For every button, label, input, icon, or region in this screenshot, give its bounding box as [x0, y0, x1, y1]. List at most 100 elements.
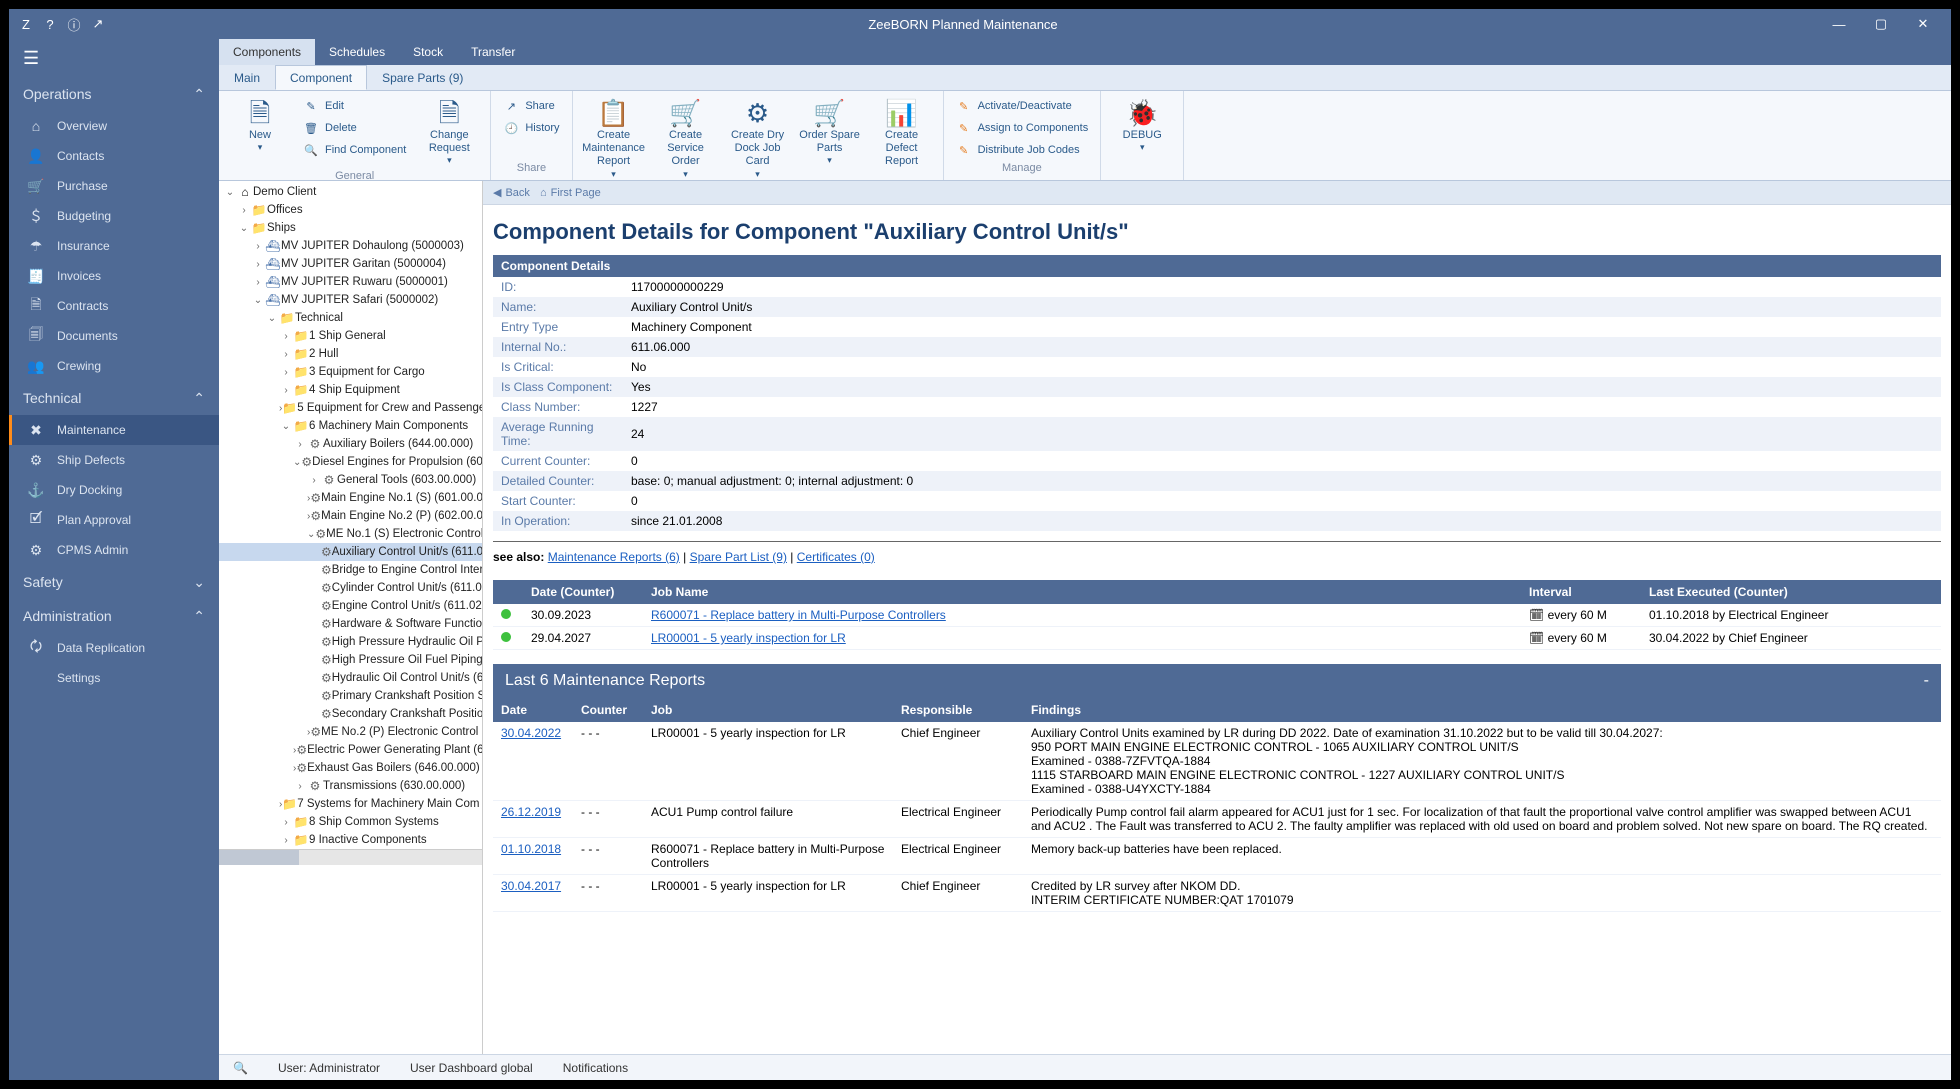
edit-button[interactable]: ✎Edit — [297, 95, 412, 117]
tree-node[interactable]: ›📁7 Systems for Machinery Main Com — [219, 795, 482, 813]
tree-node[interactable]: ⚙Cylinder Control Unit/s (611.04. — [219, 579, 482, 597]
tree-twisty-icon[interactable]: › — [279, 331, 293, 342]
tree-twisty-icon[interactable]: ⌄ — [293, 457, 301, 468]
order-spare-parts-button[interactable]: 🛒Order Spare Parts▾ — [795, 95, 865, 170]
history-button[interactable]: 🕘History — [497, 117, 565, 139]
sidebar-item-insurance[interactable]: ☂Insurance — [9, 231, 219, 261]
info-icon[interactable]: ⓘ — [65, 15, 83, 33]
tree-node[interactable]: ›⚙ME No.2 (P) Electronic Control (6 — [219, 723, 482, 741]
see-also-certificates[interactable]: Certificates (0) — [797, 550, 875, 564]
tree-node[interactable]: ⌄⚙Diesel Engines for Propulsion (600. — [219, 453, 482, 471]
tree-node[interactable]: ⌄⛴MV JUPITER Safari (5000002) — [219, 291, 482, 309]
ribbon-tab[interactable]: Schedules — [315, 39, 399, 65]
tree-node[interactable]: ⚙Bridge to Engine Control Interfa — [219, 561, 482, 579]
tree-node[interactable]: ⌄📁6 Machinery Main Components — [219, 417, 482, 435]
sidebar-item-cpms-admin[interactable]: ⚙CPMS Admin — [9, 535, 219, 565]
debug-button[interactable]: 🐞DEBUG▾ — [1107, 95, 1177, 157]
assign-to-components-button[interactable]: ✎Assign to Components — [950, 117, 1095, 139]
tree-node[interactable]: ⌄⌂Demo Client — [219, 183, 482, 201]
sidebar-item-contracts[interactable]: 🗎Contracts — [9, 291, 219, 321]
tree-twisty-icon[interactable]: ⌄ — [237, 223, 251, 234]
tree-node[interactable]: ⌄⚙ME No.1 (S) Electronic Control (6 — [219, 525, 482, 543]
tree-twisty-icon[interactable]: › — [251, 241, 265, 252]
tree-twisty-icon[interactable]: › — [279, 367, 293, 378]
new-button[interactable]: 🗎New▾ — [225, 95, 295, 157]
sidebar-item-maintenance[interactable]: ✖Maintenance — [9, 415, 219, 445]
tree-node[interactable]: ›📁9 Inactive Components — [219, 831, 482, 849]
sidebar-item-plan-approval[interactable]: 🗹Plan Approval — [9, 505, 219, 535]
tree-node[interactable]: ›⚙General Tools (603.00.000) — [219, 471, 482, 489]
tree-node[interactable]: ›⚙Transmissions (630.00.000) — [219, 777, 482, 795]
tree-node[interactable]: ⌄📁Ships — [219, 219, 482, 237]
back-button[interactable]: ◀ Back — [493, 186, 530, 199]
tool-icon[interactable]: ↗ — [89, 15, 107, 33]
tree-node[interactable]: ›📁8 Ship Common Systems — [219, 813, 482, 831]
tree-twisty-icon[interactable]: › — [279, 817, 293, 828]
tree-node[interactable]: ›⚙Main Engine No.2 (P) (602.00.000 — [219, 507, 482, 525]
sidebar-item-purchase[interactable]: 🛒Purchase — [9, 171, 219, 201]
tree-node[interactable]: ⚙Primary Crankshaft Position Ser — [219, 687, 482, 705]
create-maint-report-button[interactable]: 📋Create Maintenance Report▾ — [579, 95, 649, 183]
delete-button[interactable]: 🗑Delete — [297, 117, 412, 139]
tree-twisty-icon[interactable]: › — [251, 259, 265, 270]
see-also-spare-parts[interactable]: Spare Part List (9) — [690, 550, 787, 564]
create-defect-report-button[interactable]: 📊Create Defect Report — [867, 95, 937, 173]
share-button[interactable]: ↗Share — [497, 95, 565, 117]
close-button[interactable]: ✕ — [1903, 10, 1943, 38]
tree-node[interactable]: ⚙Auxiliary Control Unit/s (611.06 — [219, 543, 482, 561]
create-service-order-button[interactable]: 🛒Create Service Order▾ — [651, 95, 721, 183]
create-drydock-jobcard-button[interactable]: ⚙Create Dry Dock Job Card▾ — [723, 95, 793, 183]
tree-node[interactable]: ›📁Offices — [219, 201, 482, 219]
see-also-maint-reports[interactable]: Maintenance Reports (6) — [548, 550, 680, 564]
tree-node[interactable]: ⚙Hydraulic Oil Control Unit/s (61 — [219, 669, 482, 687]
tree-node[interactable]: ›⚙Exhaust Gas Boilers (646.00.000) — [219, 759, 482, 777]
tree-twisty-icon[interactable]: › — [251, 277, 265, 288]
sidebar-item-contacts[interactable]: 👤Contacts — [9, 141, 219, 171]
status-notifications[interactable]: Notifications — [563, 1061, 628, 1075]
sidebar-item-crewing[interactable]: 👥Crewing — [9, 351, 219, 381]
sub-tab[interactable]: Component — [275, 65, 367, 90]
tree-node[interactable]: ›⛴MV JUPITER Dohaulong (5000003) — [219, 237, 482, 255]
tree-twisty-icon[interactable]: › — [237, 205, 251, 216]
status-dashboard[interactable]: User Dashboard global — [410, 1061, 533, 1075]
change-request-button[interactable]: 🗎Change Request▾ — [414, 95, 484, 170]
ribbon-tab[interactable]: Components — [219, 39, 315, 65]
collapse-icon[interactable]: - — [1924, 672, 1929, 690]
tree-twisty-icon[interactable]: › — [307, 475, 321, 486]
tree-twisty-icon[interactable]: › — [279, 835, 293, 846]
tree-h-scrollbar[interactable] — [219, 849, 482, 865]
minimize-button[interactable]: — — [1819, 10, 1859, 38]
ribbon-tab[interactable]: Stock — [399, 39, 457, 65]
sidebar-item-data-replication[interactable]: 🗘Data Replication — [9, 633, 219, 663]
find-component-button[interactable]: 🔍Find Component — [297, 139, 412, 161]
tree-node[interactable]: ›⚙Electric Power Generating Plant (65 — [219, 741, 482, 759]
tree-twisty-icon[interactable]: ⌄ — [307, 529, 315, 540]
sub-tab[interactable]: Spare Parts (9) — [367, 65, 478, 90]
job-link[interactable]: R600071 - Replace battery in Multi-Purpo… — [651, 608, 946, 622]
sidebar-section-header[interactable]: Operations⌃ — [9, 77, 219, 111]
sidebar-item-ship-defects[interactable]: ⚙Ship Defects — [9, 445, 219, 475]
tree-twisty-icon[interactable]: ⌄ — [265, 313, 279, 324]
sub-tab[interactable]: Main — [219, 65, 275, 90]
report-date-link[interactable]: 30.04.2022 — [501, 726, 561, 740]
tree-twisty-icon[interactable]: ⌄ — [279, 421, 293, 432]
tree-node[interactable]: ›⛴MV JUPITER Garitan (5000004) — [219, 255, 482, 273]
sidebar-section-header[interactable]: Technical⌃ — [9, 381, 219, 415]
sidebar-item-overview[interactable]: ⌂Overview — [9, 111, 219, 141]
tree-node[interactable]: ›📁4 Ship Equipment — [219, 381, 482, 399]
tree-twisty-icon[interactable]: ⌄ — [251, 295, 265, 306]
tree-node[interactable]: ⌄📁Technical — [219, 309, 482, 327]
tree-node[interactable]: ⚙High Pressure Oil Fuel Piping & — [219, 651, 482, 669]
activate-deactivate-button[interactable]: ✎Activate/Deactivate — [950, 95, 1095, 117]
tree-node[interactable]: ›📁2 Hull — [219, 345, 482, 363]
report-date-link[interactable]: 01.10.2018 — [501, 842, 561, 856]
tree-twisty-icon[interactable]: ⌄ — [223, 187, 237, 198]
report-date-link[interactable]: 30.04.2017 — [501, 879, 561, 893]
tree-node[interactable]: ⚙Hardware & Software Functiona — [219, 615, 482, 633]
tree-twisty-icon[interactable]: › — [279, 349, 293, 360]
tree-node[interactable]: ›📁3 Equipment for Cargo — [219, 363, 482, 381]
tree-twisty-icon[interactable]: › — [293, 781, 307, 792]
status-search-icon[interactable]: 🔍 — [233, 1061, 248, 1075]
tree-node[interactable]: ›⚙Main Engine No.1 (S) (601.00.000 — [219, 489, 482, 507]
first-page-button[interactable]: ⌂ First Page — [540, 187, 601, 199]
